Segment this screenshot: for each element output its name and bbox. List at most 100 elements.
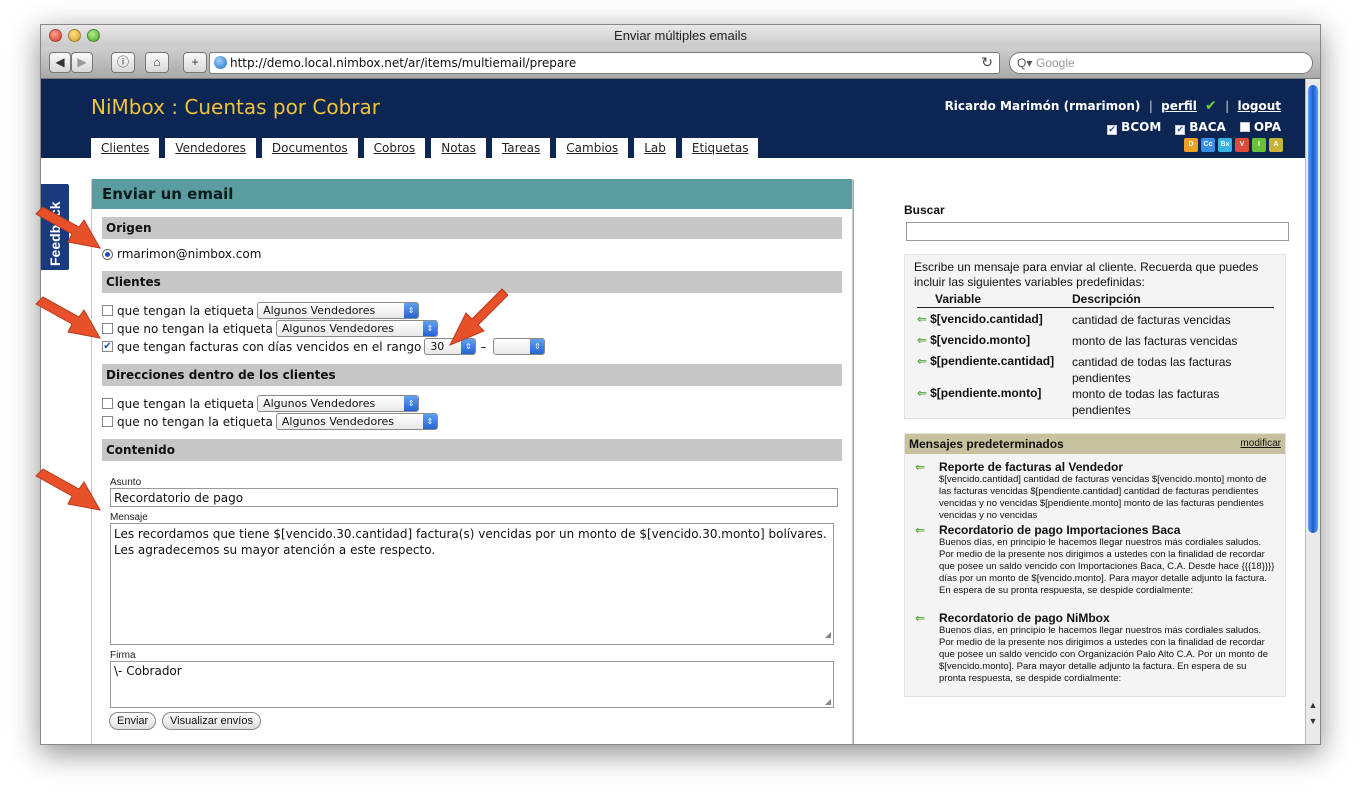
user-name: Ricardo Marimón (rmarimon): [944, 99, 1141, 113]
annotation-arrow-icon: [35, 468, 101, 511]
scroll-up-icon[interactable]: ▲: [1307, 699, 1319, 711]
vertical-scrollbar[interactable]: ▲ ▼: [1305, 79, 1320, 744]
insert-arrow-icon[interactable]: ⇐: [917, 312, 927, 326]
resize-grip-icon[interactable]: ◢: [825, 627, 831, 643]
tab-etiquetas[interactable]: Etiquetas: [681, 138, 759, 158]
variables-intro: Escribe un mensaje para enviar al client…: [914, 260, 1259, 289]
app-title: NiMbox : Cuentas por Cobrar: [91, 95, 380, 119]
tab-tareas[interactable]: Tareas: [491, 138, 551, 158]
close-window-button[interactable]: [49, 29, 62, 42]
tab-documentos[interactable]: Documentos: [261, 138, 358, 158]
origen-email: rmarimon@nimbox.com: [117, 247, 262, 261]
module-badge-i[interactable]: I: [1252, 138, 1266, 152]
forward-button[interactable]: ▶: [71, 52, 93, 73]
tab-cambios[interactable]: Cambios: [556, 138, 629, 158]
direcciones-etiqueta-select[interactable]: Algunos Vendedores ⇕: [257, 395, 420, 412]
scroll-down-icon[interactable]: ▼: [1307, 715, 1319, 727]
clientes-option-etiqueta: que tengan la etiqueta Algunos Vendedore…: [102, 302, 420, 319]
home-button[interactable]: ⌂: [145, 52, 169, 73]
insert-arrow-icon[interactable]: ⇐: [915, 523, 925, 537]
perfil-link[interactable]: perfil: [1161, 99, 1197, 113]
mensaje-textarea[interactable]: Les recordamos que tiene $[vencido.30.ca…: [110, 523, 834, 645]
info-button[interactable]: ⓘ: [111, 52, 135, 73]
insert-arrow-icon[interactable]: ⇐: [917, 333, 927, 347]
checkbox-checked-icon[interactable]: ✔: [102, 341, 113, 352]
page-viewport: NiMbox : Cuentas por Cobrar Ricardo Mari…: [41, 79, 1307, 744]
zoom-window-button[interactable]: [87, 29, 100, 42]
add-bookmark-button[interactable]: +: [183, 52, 207, 73]
company-bcom[interactable]: ✔ BCOM: [1107, 120, 1161, 135]
browser-toolbar: ◀ ▶ ⓘ ⌂ + http://demo.local.nimbox.net/a…: [41, 47, 1320, 79]
enviar-button[interactable]: Enviar: [109, 712, 157, 730]
modificar-link[interactable]: modificar: [1240, 434, 1281, 454]
checkbox-empty-icon[interactable]: [102, 398, 113, 409]
window-title: Enviar múltiples emails: [614, 28, 747, 43]
origen-option[interactable]: rmarimon@nimbox.com: [102, 247, 261, 261]
tab-cobros[interactable]: Cobros: [363, 138, 426, 158]
tab-lab[interactable]: Lab: [634, 138, 676, 158]
tab-clientes[interactable]: Clientes: [91, 138, 160, 158]
module-badge-v[interactable]: V: [1235, 138, 1249, 152]
main-tabs: Clientes Vendedores Documentos Cobros No…: [91, 138, 759, 158]
browser-window: Enviar múltiples emails ◀ ▶ ⓘ ⌂ + http:/…: [40, 24, 1321, 745]
buscar-input[interactable]: [906, 222, 1289, 241]
address-bar[interactable]: http://demo.local.nimbox.net/ar/items/mu…: [209, 52, 1000, 74]
annotation-arrow-icon: [448, 288, 508, 346]
clientes-etiqueta-select[interactable]: Algunos Vendedores ⇕: [257, 302, 420, 319]
logout-link[interactable]: logout: [1238, 99, 1281, 113]
app-header: NiMbox : Cuentas por Cobrar Ricardo Mari…: [41, 79, 1307, 158]
module-badge-d[interactable]: D: [1184, 138, 1198, 152]
resize-grip-icon[interactable]: ◢: [825, 697, 831, 706]
checkbox-empty-icon[interactable]: [102, 416, 113, 427]
select-arrows-icon: ⇕: [422, 321, 437, 336]
direcciones-no-etiqueta-select[interactable]: Algunos Vendedores ⇕: [275, 413, 438, 430]
company-opa[interactable]: OPA: [1239, 120, 1281, 135]
select-arrows-icon: ⇕: [422, 414, 437, 429]
variables-help: Escribe un mensaje para enviar al client…: [904, 254, 1286, 419]
forward-arrow-icon: ▶: [77, 55, 87, 69]
direcciones-option-no-etiqueta: que no tengan la etiqueta Algunos Vended…: [102, 413, 438, 430]
buscar-label: Buscar: [904, 203, 945, 217]
mensaje-text: Les recordamos que tiene $[vencido.30.ca…: [114, 527, 827, 557]
check-icon: ✔: [1205, 98, 1217, 114]
asunto-input[interactable]: Recordatorio de pago: [110, 488, 838, 507]
table-divider: [917, 307, 1274, 308]
module-badge-a[interactable]: A: [1269, 138, 1283, 152]
asunto-label: Asunto: [110, 477, 142, 488]
mensaje-item[interactable]: ⇐ Recordatorio de pago NiMbox Buenos días…: [915, 611, 1275, 685]
tab-notas[interactable]: Notas: [431, 138, 486, 158]
mensaje-item[interactable]: ⇐ Recordatorio de pago Importaciones Baca…: [915, 523, 1275, 597]
mensajes-predeterminados: Mensajes predeterminados modificar ⇐ Repo…: [904, 433, 1286, 697]
module-badge-cc[interactable]: Cc: [1201, 138, 1215, 152]
radio-selected-icon[interactable]: [102, 248, 113, 260]
company-baca[interactable]: ✔ BACA: [1175, 120, 1226, 135]
home-icon: ⌂: [153, 55, 161, 69]
insert-arrow-icon[interactable]: ⇐: [915, 460, 925, 474]
checkbox-checked-icon: ✔: [1107, 125, 1118, 135]
email-form-card: Enviar un email Origen rmarimon@nimbox.c…: [91, 179, 853, 744]
back-button[interactable]: ◀: [49, 52, 71, 73]
insert-arrow-icon[interactable]: ⇐: [917, 386, 927, 400]
minimize-window-button[interactable]: [68, 29, 81, 42]
window-controls: [49, 29, 100, 42]
clientes-option-no-etiqueta: que no tengan la etiqueta Algunos Vended…: [102, 320, 438, 337]
tab-vendedores[interactable]: Vendedores: [165, 138, 256, 158]
firma-text: \- Cobrador: [114, 664, 182, 678]
checkbox-empty-icon: [1239, 122, 1250, 132]
browser-search-field[interactable]: Q▾ Google: [1009, 52, 1313, 74]
insert-arrow-icon[interactable]: ⇐: [915, 611, 925, 625]
module-badge-bx[interactable]: Bx: [1218, 138, 1232, 152]
visualizar-envios-button[interactable]: Visualizar envíos: [162, 712, 261, 730]
section-direcciones: Direcciones dentro de los clientes: [102, 364, 842, 386]
mensajes-header: Mensajes predeterminados modificar: [905, 434, 1285, 454]
clientes-no-etiqueta-select[interactable]: Algunos Vendedores ⇕: [275, 320, 438, 337]
url-text: http://demo.local.nimbox.net/ar/items/mu…: [230, 56, 577, 70]
scroll-thumb[interactable]: [1308, 85, 1318, 533]
search-placeholder: Google: [1036, 56, 1075, 70]
select-arrows-icon: ⇕: [530, 339, 545, 354]
firma-textarea[interactable]: \- Cobrador ◢: [110, 661, 834, 708]
mensaje-item[interactable]: ⇐ Reporte de facturas al Vendedor $[venci…: [915, 460, 1275, 522]
reload-icon[interactable]: ↻: [981, 53, 993, 73]
col-variable: Variable: [935, 292, 982, 306]
insert-arrow-icon[interactable]: ⇐: [917, 354, 927, 368]
